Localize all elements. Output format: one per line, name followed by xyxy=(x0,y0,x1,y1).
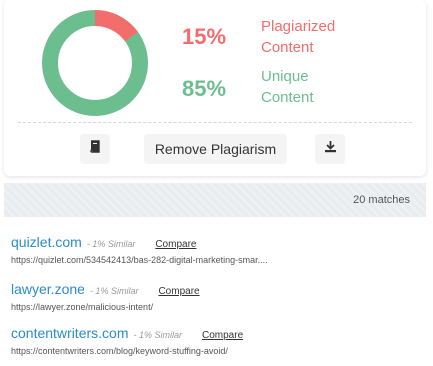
result-similarity: - 1% Similar xyxy=(133,330,182,340)
plagiarism-donut-chart xyxy=(42,10,148,116)
download-icon xyxy=(324,140,337,158)
compare-link[interactable]: Compare xyxy=(155,239,196,250)
result-item: lawyer.zone - 1% Similar Compare https:/… xyxy=(11,281,200,312)
result-item: quizlet.com - 1% Similar Compare https:/… xyxy=(11,234,268,265)
result-similarity: - 1% Similar xyxy=(86,239,136,249)
matches-count: 20 matches xyxy=(353,194,410,206)
compare-link[interactable]: Compare xyxy=(202,330,243,341)
plagiarism-summary-card: 15% Plagiarized Content 85% Unique Conte… xyxy=(4,0,426,176)
divider xyxy=(18,122,412,123)
result-url: https://quizlet.com/534542413/bas-282-di… xyxy=(11,255,268,265)
book-icon xyxy=(89,140,101,158)
compare-link[interactable]: Compare xyxy=(158,286,199,297)
result-url: https://lawyer.zone/malicious-intent/ xyxy=(11,302,154,312)
result-item: contentwriters.com - 1% Similar Compare … xyxy=(11,325,243,356)
result-domain-link[interactable]: quizlet.com xyxy=(11,234,82,250)
matches-header: 20 matches xyxy=(4,183,426,217)
remove-plagiarism-button[interactable]: Remove Plagiarism xyxy=(144,134,287,164)
book-button[interactable] xyxy=(80,134,110,164)
result-domain-link[interactable]: contentwriters.com xyxy=(11,325,128,341)
plagiarized-percentage: 15% xyxy=(182,24,227,49)
result-url: https://contentwriters.com/blog/keyword-… xyxy=(11,346,228,356)
unique-percentage: 85% xyxy=(182,76,227,101)
download-button[interactable] xyxy=(315,134,345,164)
unique-label: Unique Content xyxy=(261,68,314,106)
plagiarized-label: Plagiarized Content xyxy=(261,18,336,56)
result-similarity: - 1% Similar xyxy=(89,286,139,296)
result-domain-link[interactable]: lawyer.zone xyxy=(11,281,85,297)
